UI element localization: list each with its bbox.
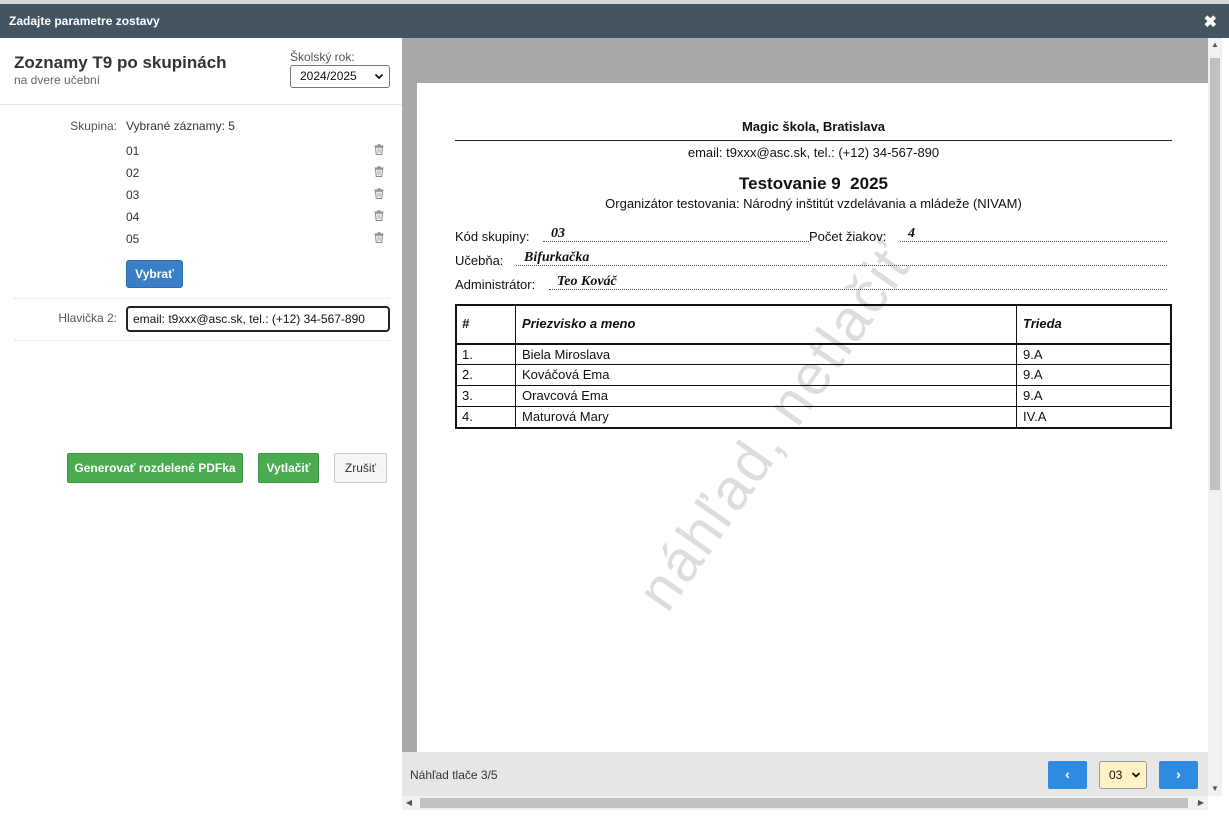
school-year-value: 2024/2025: [300, 69, 357, 83]
group-item: 04: [126, 210, 386, 230]
chevron-left-icon: ‹: [1065, 766, 1070, 782]
group-item-label: 04: [126, 210, 140, 224]
table-cell: 3.: [462, 388, 473, 403]
column-header: #: [462, 316, 470, 331]
print-button[interactable]: Vytlačiť: [258, 453, 319, 483]
group-item-label: 03: [126, 188, 140, 202]
table-row: 2. Kováčová Ema 9.A: [457, 364, 1170, 385]
chevron-right-icon: ›: [1176, 766, 1181, 782]
table-cell: 9.A: [1023, 388, 1043, 403]
selected-count: Vybrané záznamy: 5: [126, 119, 235, 133]
group-label: Skupina:: [70, 119, 117, 133]
document-heading: Testovanie 9 2025: [739, 174, 888, 193]
table-cell: Biela Miroslava: [522, 347, 611, 362]
student-count-label: Počet žiakov:: [809, 229, 887, 244]
school-year-label: Školský rok:: [290, 50, 355, 64]
table-row: 3. Oravcová Ema 9.A: [457, 385, 1170, 406]
column-header: Priezvisko a meno: [522, 316, 636, 331]
table-row: 4. Maturová Mary IV.A: [457, 406, 1170, 427]
select-button[interactable]: Vybrať: [126, 260, 183, 288]
admin-label: Administrátor:: [455, 277, 536, 292]
dialog-titlebar: Zadajte parametre zostavy ✖: [0, 4, 1229, 38]
students-table: # Priezvisko a meno Trieda 1. Biela Miros…: [455, 304, 1172, 429]
generate-pdf-button[interactable]: Generovať rozdelené PDFka: [67, 453, 243, 483]
group-item: 02: [126, 166, 386, 186]
table-row: 1. Biela Miroslava 9.A: [457, 343, 1170, 364]
group-item: 01: [126, 144, 386, 164]
scrollbar-thumb[interactable]: [1210, 58, 1220, 490]
header2-label: Hlavička 2:: [58, 311, 117, 325]
vertical-scrollbar[interactable]: ▲ ▼: [1208, 38, 1222, 796]
trash-icon[interactable]: [374, 166, 384, 177]
horizontal-scrollbar[interactable]: ◀ ▶: [402, 796, 1208, 810]
divider: [0, 104, 402, 105]
admin-value: Teo Kováč: [549, 275, 1167, 290]
group-item: 05: [126, 232, 386, 252]
table-cell: 1.: [462, 347, 473, 362]
divider: [14, 340, 390, 341]
print-preview[interactable]: Magic škola, Bratislava email: t9xxx@asc…: [402, 38, 1208, 782]
trash-icon[interactable]: [374, 232, 384, 243]
table-cell: 2.: [462, 367, 473, 382]
school-year-select[interactable]: 2024/2025: [290, 65, 390, 88]
divider: [455, 140, 1172, 141]
chevron-down-icon: [1131, 762, 1141, 799]
report-subtitle: na dvere učební: [14, 73, 101, 87]
page-select[interactable]: 03: [1099, 761, 1147, 789]
chevron-down-icon: [374, 66, 384, 95]
prev-page-button[interactable]: ‹: [1048, 761, 1087, 789]
trash-icon[interactable]: [374, 188, 384, 199]
column-header: Trieda: [1023, 316, 1062, 331]
scrollbar-thumb[interactable]: [420, 798, 1188, 808]
scroll-down-icon[interactable]: ▼: [1208, 782, 1222, 796]
school-name: Magic škola, Bratislava: [741, 119, 886, 134]
group-item-label: 01: [126, 144, 140, 158]
page-info: Náhľad tlače 3/5: [410, 768, 498, 782]
table-cell: 9.A: [1023, 367, 1043, 382]
table-cell: 4.: [462, 409, 473, 424]
preview-footer: Náhľad tlače 3/5 ‹ 03 ›: [402, 752, 1208, 796]
scroll-right-icon[interactable]: ▶: [1194, 796, 1208, 810]
table-cell: Kováčová Ema: [522, 367, 610, 382]
table-cell: 9.A: [1023, 347, 1043, 362]
group-code-label: Kód skupiny:: [455, 229, 530, 244]
page-value: 03: [1109, 768, 1123, 782]
dialog-title: Zadajte parametre zostavy: [9, 14, 160, 28]
group-item-label: 05: [126, 232, 140, 246]
room-label: Učebňa:: [455, 253, 504, 268]
scroll-left-icon[interactable]: ◀: [402, 796, 416, 810]
room-value: Bifurkačka: [516, 251, 1167, 266]
next-page-button[interactable]: ›: [1159, 761, 1198, 789]
parameters-panel: Zoznamy T9 po skupinách na dvere učební …: [0, 38, 402, 816]
group-item: 03: [126, 188, 386, 208]
trash-icon[interactable]: [374, 210, 384, 221]
report-parameters-dialog: Zadajte parametre zostavy ✖ Zoznamy T9 p…: [0, 4, 1229, 816]
table-cell: Oravcová Ema: [522, 388, 608, 403]
preview-page: Magic škola, Bratislava email: t9xxx@asc…: [417, 83, 1208, 782]
contact-line: email: t9xxx@asc.sk, tel.: (+12) 34-567-…: [687, 145, 940, 160]
cancel-button[interactable]: Zrušiť: [334, 453, 387, 483]
table-cell: Maturová Mary: [522, 409, 609, 424]
divider: [14, 298, 390, 299]
organizer-line: Organizátor testovania: Národný inštitút…: [605, 196, 1022, 211]
table-cell: IV.A: [1023, 409, 1047, 424]
student-count-value: 4: [900, 227, 1167, 242]
trash-icon[interactable]: [374, 144, 384, 155]
close-icon[interactable]: ✖: [1204, 12, 1217, 32]
header2-input[interactable]: email: t9xxx@asc.sk, tel.: (+12) 34-567-…: [126, 306, 390, 332]
group-item-label: 02: [126, 166, 140, 180]
group-code-value: 03: [543, 227, 809, 242]
report-title: Zoznamy T9 po skupinách: [14, 53, 227, 72]
scroll-up-icon[interactable]: ▲: [1208, 38, 1222, 52]
